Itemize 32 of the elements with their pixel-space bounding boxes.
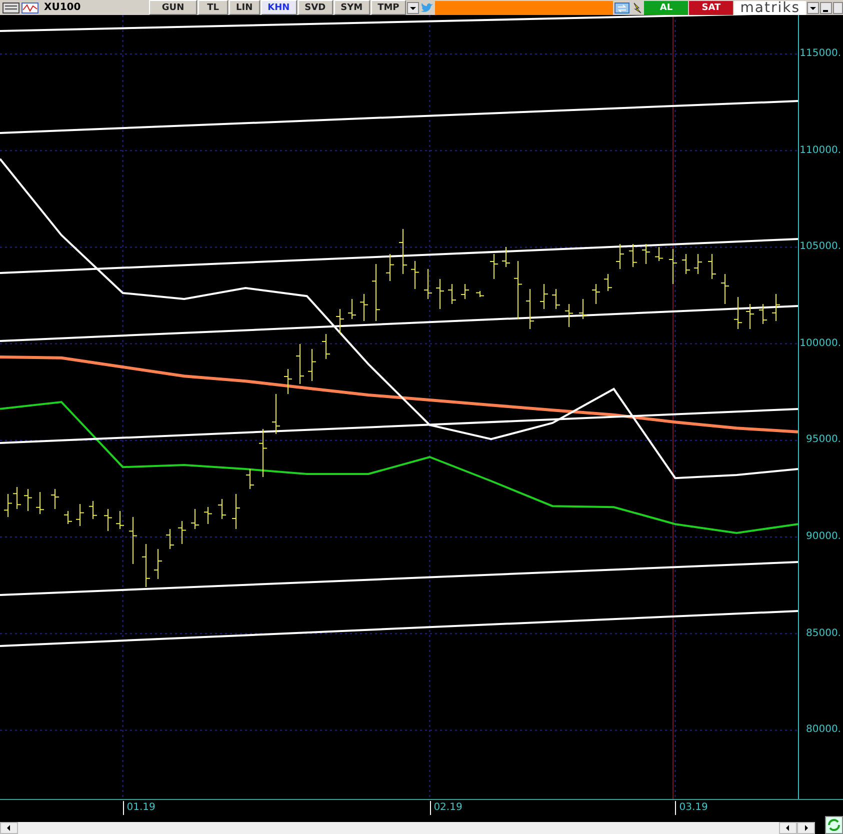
dropdown-icon[interactable] (407, 2, 420, 14)
axis-label: 03.19 (675, 801, 708, 815)
minimize-icon[interactable] (820, 2, 832, 14)
window-icon[interactable] (2, 2, 20, 14)
trade-button[interactable]: SAT (689, 0, 734, 14)
axis-label: 115000. (800, 48, 841, 60)
toolbar-button[interactable]: TL (198, 0, 228, 15)
axis-label: 90000. (806, 531, 841, 544)
scroll-left-icon[interactable] (0, 822, 18, 834)
axis-label: 85000. (806, 628, 841, 640)
axis-label: 02.19 (430, 801, 462, 815)
axis-label: 80000. (806, 724, 841, 736)
axis-label: 01.19 (122, 801, 156, 815)
axis-label: 105000. (800, 241, 841, 254)
axis-label: 95000. (806, 434, 841, 446)
toolbar-button[interactable]: KHN (260, 0, 297, 15)
toolbar-button[interactable]: TMP (370, 0, 406, 15)
scroll-left-icon[interactable] (779, 822, 797, 834)
toolbar-button[interactable]: SYM (334, 0, 370, 15)
toolbar-button[interactable]: LIN (229, 0, 260, 15)
chart-icon[interactable] (21, 2, 39, 14)
logo: matriks (734, 0, 806, 14)
lightning-icon[interactable] (631, 2, 644, 14)
axis-label: 100000. (800, 338, 841, 350)
symbol-field[interactable]: XU100 (40, 0, 148, 14)
dropdown-icon[interactable] (807, 2, 819, 14)
toolbar-button[interactable]: GUN (149, 0, 197, 15)
axis-label: 110000. (800, 144, 841, 157)
sync-icon[interactable] (614, 2, 630, 14)
toolbar-button[interactable]: SVD (298, 0, 333, 15)
refresh-icon[interactable] (825, 816, 843, 834)
scroll-right-icon[interactable] (797, 822, 815, 834)
